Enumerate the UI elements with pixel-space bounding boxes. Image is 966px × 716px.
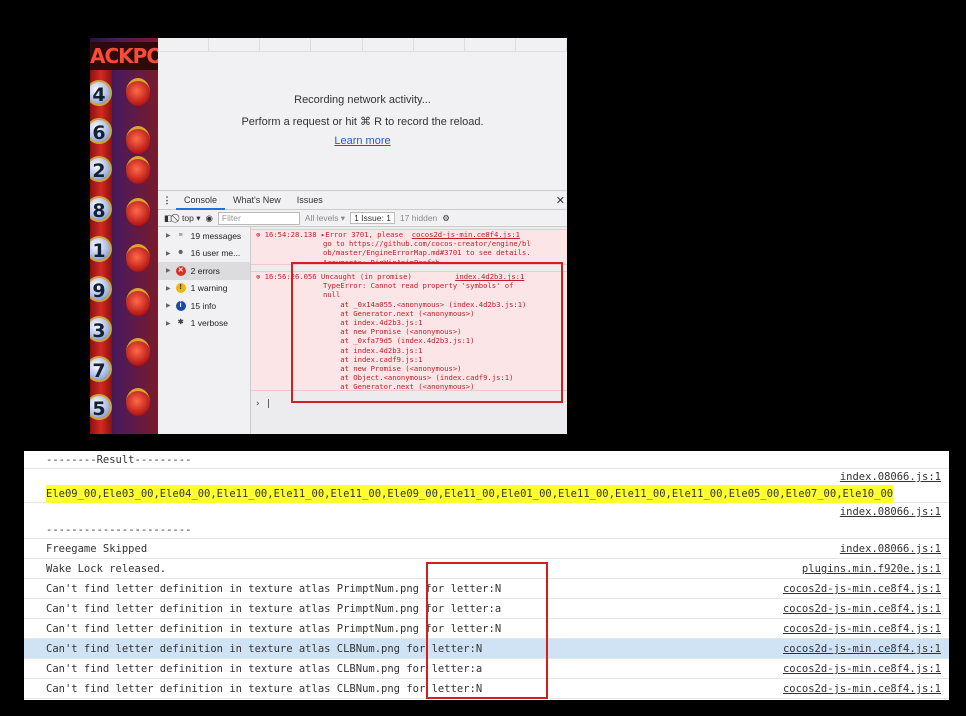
console-row: ----------------------- bbox=[24, 521, 949, 539]
learn-more-link[interactable]: Learn more bbox=[158, 135, 567, 147]
lantern-icon bbox=[126, 388, 150, 416]
log-text: ▸Error 3701, please bbox=[320, 230, 404, 239]
log-entry: ⊗ 16:54:28.138 ▸Error 3701, please cocos… bbox=[251, 229, 567, 265]
expand-arrow-icon: ▶ bbox=[166, 250, 171, 257]
sidebar-item[interactable]: ▶ i 15 info bbox=[158, 297, 250, 315]
drawer-tabs: ⋮ Console What's New Issues ✕ bbox=[158, 191, 567, 210]
sidebar-item-label: 1 warning bbox=[190, 283, 228, 294]
sidebar-item[interactable]: ▶ ≡ 19 messages bbox=[158, 227, 250, 245]
sidebar-item-label: 15 info bbox=[190, 300, 217, 311]
console-message: Ele09_00,Ele03_00,Ele04_00,Ele11_00,Ele1… bbox=[46, 485, 894, 503]
console-message: Can't find letter definition in texture … bbox=[46, 663, 483, 675]
console-source-link[interactable]: cocos2d-js-min.ce8f4.js:1 bbox=[783, 659, 941, 679]
expand-arrow-icon: ▶ bbox=[166, 285, 171, 292]
expand-arrow-icon: ▶ bbox=[166, 320, 171, 327]
lantern-icon bbox=[126, 338, 150, 366]
log-source-link[interactable]: cocos2d-js-min.ce8f4.js:1 bbox=[412, 230, 520, 239]
log-line: ob/master/EngineErrorMap.md#3701 to see … bbox=[323, 248, 531, 258]
warning-icon: ! bbox=[175, 283, 186, 294]
expand-arrow-icon: ▶ bbox=[166, 303, 171, 310]
jackpot-banner: ACKPO bbox=[90, 42, 158, 70]
console-row: Ele09_00,Ele03_00,Ele04_00,Ele11_00,Ele1… bbox=[24, 485, 949, 503]
lantern-icon bbox=[126, 244, 150, 272]
list-icon: ≡ bbox=[178, 231, 183, 239]
error-icon: ⊗ bbox=[256, 272, 261, 281]
console-source-link[interactable]: cocos2d-js-min.ce8f4.js:1 bbox=[783, 639, 941, 659]
console-message: Can't find letter definition in texture … bbox=[46, 643, 483, 655]
levels-select[interactable]: All levels ▾ bbox=[305, 213, 345, 224]
lantern-icon bbox=[126, 156, 150, 184]
console-sidebar: ▶ ≡ 19 messages ▶ ☻ 16 user me... ▶ ✕ 2 errors ▶!… bbox=[158, 227, 251, 434]
filter-input[interactable]: Filter bbox=[217, 211, 300, 225]
lantern-icon bbox=[126, 198, 150, 226]
sidebar-toggle-icon[interactable]: ◧ bbox=[164, 213, 172, 224]
sidebar-item[interactable]: ▶ ✕ 2 errors bbox=[158, 262, 250, 280]
console-source-link[interactable]: index.08066.js:1 bbox=[840, 503, 941, 521]
log-time: 16:54:28.138 bbox=[264, 230, 317, 239]
network-grid-header bbox=[158, 38, 567, 52]
highlight-box bbox=[426, 562, 548, 699]
eye-icon[interactable]: ◉ bbox=[205, 213, 212, 224]
sidebar-item-label: 16 user me... bbox=[190, 248, 241, 259]
sidebar-item[interactable]: ▶ ☻ 16 user me... bbox=[158, 245, 250, 263]
error-icon: ⊗ bbox=[256, 230, 261, 239]
lantern-icon bbox=[126, 288, 150, 316]
info-icon: i bbox=[175, 300, 186, 311]
game-strip: ACKPO 462819375 bbox=[90, 38, 158, 434]
tab-console[interactable]: Console bbox=[176, 191, 226, 210]
console-source-link[interactable]: cocos2d-js-min.ce8f4.js:1 bbox=[783, 579, 941, 599]
console-row: index.08066.js:1 bbox=[24, 469, 949, 485]
console-source-link[interactable]: index.08066.js:1 bbox=[840, 539, 941, 559]
sidebar-item-label: 19 messages bbox=[190, 230, 242, 241]
console-source-link[interactable]: cocos2d-js-min.ce8f4.js:1 bbox=[783, 599, 941, 619]
issues-badge[interactable]: 1 Issue: 1 bbox=[350, 212, 395, 224]
close-icon[interactable]: ✕ bbox=[556, 194, 567, 207]
more-menu-icon[interactable]: ⋮ bbox=[158, 195, 176, 206]
expand-arrow-icon: ▶ bbox=[166, 233, 171, 240]
devtools-screenshot: ACKPO 462819375 Recording network activi… bbox=[90, 38, 567, 434]
highlight-box bbox=[291, 262, 563, 403]
console-toolbar: ◧ ⃠ top ▾ ◉ Filter All levels ▾ 1 Issue:… bbox=[158, 210, 567, 227]
console-message: --------Result--------- bbox=[46, 454, 192, 466]
console-source-link[interactable]: plugins.min.f920e.js:1 bbox=[802, 559, 941, 579]
user-icon: ☻ bbox=[176, 249, 185, 257]
sidebar-item[interactable]: ▶! 1 warning bbox=[158, 280, 250, 298]
console-row: Freegame Skipped index.08066.js:1 bbox=[24, 539, 949, 559]
tab-issues[interactable]: Issues bbox=[289, 191, 331, 210]
console-message: Freegame Skipped bbox=[46, 543, 148, 555]
console-row: --------Result--------- bbox=[24, 451, 949, 469]
console-message: ----------------------- bbox=[46, 524, 192, 536]
sidebar-item-label: 1 verbose bbox=[190, 318, 228, 329]
hidden-count: 17 hidden bbox=[399, 213, 438, 223]
network-panel: Recording network activity... Perform a … bbox=[158, 38, 567, 191]
reload-instruction: Perform a request or hit ⌘ R to record t… bbox=[241, 116, 484, 128]
recording-text: Recording network activity... bbox=[294, 94, 431, 106]
console-prompt[interactable]: › | bbox=[255, 399, 271, 409]
tab-whats-new[interactable]: What's New bbox=[225, 191, 289, 210]
sidebar-item[interactable]: ▶ ✱ 1 verbose bbox=[158, 315, 250, 333]
log-line: go to https://github.com/cocos-creator/e… bbox=[323, 239, 531, 249]
gear-icon[interactable]: ⚙ bbox=[442, 213, 450, 224]
console-message: Wake Lock released. bbox=[46, 563, 167, 575]
console-source-link[interactable]: index.08066.js:1 bbox=[840, 469, 941, 485]
sidebar-item-label: 2 errors bbox=[190, 265, 220, 276]
console-source-link[interactable]: cocos2d-js-min.ce8f4.js:1 bbox=[783, 679, 941, 699]
bug-icon: ✱ bbox=[177, 319, 184, 327]
context-select[interactable]: top ▾ bbox=[182, 213, 200, 224]
lantern-icon bbox=[126, 78, 150, 106]
lantern-icon bbox=[126, 126, 150, 154]
console-source-link[interactable]: cocos2d-js-min.ce8f4.js:1 bbox=[783, 619, 941, 639]
console-message: Can't find letter definition in texture … bbox=[46, 683, 483, 695]
error-icon: ✕ bbox=[175, 265, 186, 276]
expand-arrow-icon: ▶ bbox=[166, 268, 171, 275]
console-row: index.08066.js:1 bbox=[24, 503, 949, 521]
